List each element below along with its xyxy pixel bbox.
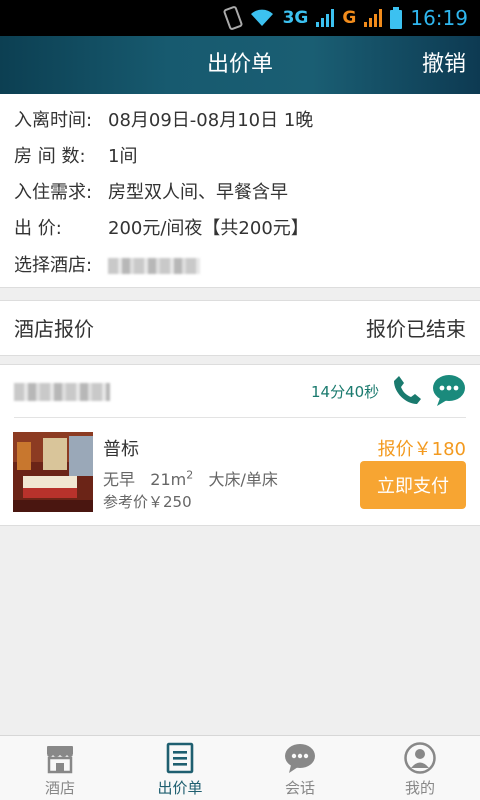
list-icon bbox=[166, 742, 194, 774]
nav-label: 我的 bbox=[404, 779, 435, 797]
screen-rotate-icon bbox=[223, 6, 243, 30]
info-label: 出 价: bbox=[14, 218, 62, 239]
nav-item-bids[interactable]: 出价单 bbox=[120, 736, 240, 800]
nav-item-me[interactable]: 我的 bbox=[360, 736, 480, 800]
store-icon bbox=[47, 746, 73, 774]
nav-label: 会话 bbox=[284, 779, 315, 797]
phone-icon[interactable] bbox=[392, 374, 422, 406]
spec-area: 21m bbox=[150, 470, 187, 489]
offer-price: 报价￥180 bbox=[377, 439, 466, 460]
info-value: 08月09日-08月10日 1晚 bbox=[108, 110, 314, 131]
user-icon bbox=[404, 742, 436, 774]
app-header: 出价单 撤销 bbox=[0, 36, 480, 94]
network-3g-label: 3G bbox=[282, 8, 309, 28]
wifi-icon bbox=[250, 9, 273, 26]
blurred-hotel-name bbox=[108, 258, 200, 274]
spec-breakfast: 无早 bbox=[103, 470, 136, 489]
quote-status: 报价已结束 bbox=[366, 317, 466, 341]
signal-icon bbox=[316, 9, 335, 27]
cancel-bid-button[interactable]: 撤销 bbox=[422, 36, 466, 94]
nav-label: 酒店 bbox=[44, 779, 75, 797]
spec-bed: 大床/单床 bbox=[208, 470, 278, 489]
info-label: 选择酒店: bbox=[14, 255, 93, 276]
room-spec: 无早 21m2 大床/单床 bbox=[103, 466, 278, 490]
network-g-label: G bbox=[342, 8, 357, 28]
room-photo bbox=[13, 432, 93, 512]
countdown-timer: 14分40秒 bbox=[311, 383, 380, 401]
nav-item-chats[interactable]: 会话 bbox=[240, 736, 360, 800]
info-label: 入离时间: bbox=[14, 110, 93, 131]
bottom-nav: 酒店 出价单 会话 我的 bbox=[0, 735, 480, 800]
divider bbox=[14, 417, 466, 418]
blurred-offer-hotel-name bbox=[14, 383, 110, 401]
status-bar: 3G G 16:19 bbox=[0, 0, 480, 36]
spec-area-unit: 2 bbox=[186, 468, 194, 482]
info-value: 1间 bbox=[108, 146, 138, 167]
signal-icon-2 bbox=[364, 9, 383, 27]
info-label: 房 间 数: bbox=[14, 146, 86, 167]
bid-info-card: 入离时间: 08月09日-08月10日 1晚 房 间 数: 1间 入住需求: 房型双人… bbox=[0, 94, 480, 288]
nav-item-hotels[interactable]: 酒店 bbox=[0, 736, 120, 800]
battery-icon bbox=[390, 7, 403, 29]
info-row-dates: 入离时间: 08月09日-08月10日 1晚 bbox=[14, 106, 313, 132]
room-name: 普标 bbox=[103, 439, 139, 460]
info-row-requirements: 入住需求: 房型双人间、早餐含早 bbox=[14, 178, 288, 204]
info-label: 入住需求: bbox=[14, 182, 93, 203]
hotel-quotes-header: 酒店报价 报价已结束 bbox=[0, 300, 480, 356]
info-row-rooms: 房 间 数: 1间 bbox=[14, 142, 137, 168]
nav-label: 出价单 bbox=[157, 779, 203, 797]
reference-price: 参考价￥250 bbox=[103, 493, 192, 511]
info-value: 200元/间夜【共200元】 bbox=[108, 218, 309, 239]
info-value: 房型双人间、早餐含早 bbox=[108, 182, 288, 203]
info-row-price: 出 价: 200元/间夜【共200元】 bbox=[14, 214, 309, 240]
section-title: 酒店报价 bbox=[14, 317, 94, 341]
pay-now-button[interactable]: 立即支付 bbox=[360, 461, 466, 509]
clock: 16:19 bbox=[410, 6, 468, 30]
room-photo-image bbox=[13, 432, 93, 512]
page-title: 出价单 bbox=[206, 52, 273, 77]
hotel-offer-card[interactable]: 14分40秒 普标 无早 21m2 大床/单床 参考价￥250 报价￥180 立… bbox=[0, 364, 480, 526]
chat-bubble-icon[interactable] bbox=[432, 373, 466, 407]
chat-icon bbox=[285, 744, 315, 773]
info-row-hotel: 选择酒店: bbox=[14, 251, 200, 277]
